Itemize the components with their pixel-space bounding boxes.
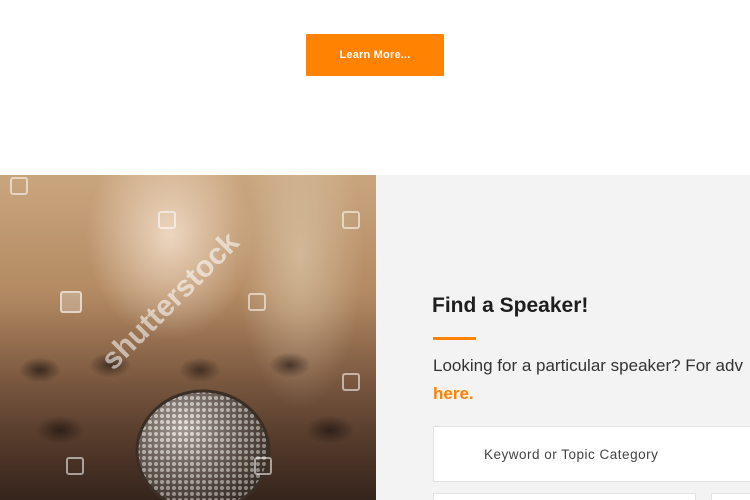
filter-field[interactable] [711, 493, 750, 500]
find-speaker-panel: Find a Speaker! Looking for a particular… [376, 175, 750, 500]
title-underline [433, 337, 476, 340]
watermark-icon [342, 211, 360, 229]
find-speaker-description: Looking for a particular speaker? For ad… [433, 356, 743, 375]
watermark-icon [66, 457, 84, 475]
top-section: Learn More... [0, 0, 750, 175]
keyword-search-input[interactable] [434, 427, 750, 481]
watermark-icon [254, 457, 272, 475]
watermark-icon [342, 373, 360, 391]
speaker-hero-image: shutterstock [0, 175, 376, 500]
filter-field[interactable] [433, 493, 696, 500]
watermark-icon [60, 291, 82, 313]
watermark-icon [10, 177, 28, 195]
here-link[interactable]: here. [433, 384, 474, 404]
watermark-icon [248, 293, 266, 311]
search-field-container [433, 426, 750, 482]
watermark-icon [158, 211, 176, 229]
microphone-icon [135, 389, 271, 500]
learn-more-button[interactable]: Learn More... [306, 34, 444, 76]
find-speaker-title: Find a Speaker! [432, 294, 589, 317]
